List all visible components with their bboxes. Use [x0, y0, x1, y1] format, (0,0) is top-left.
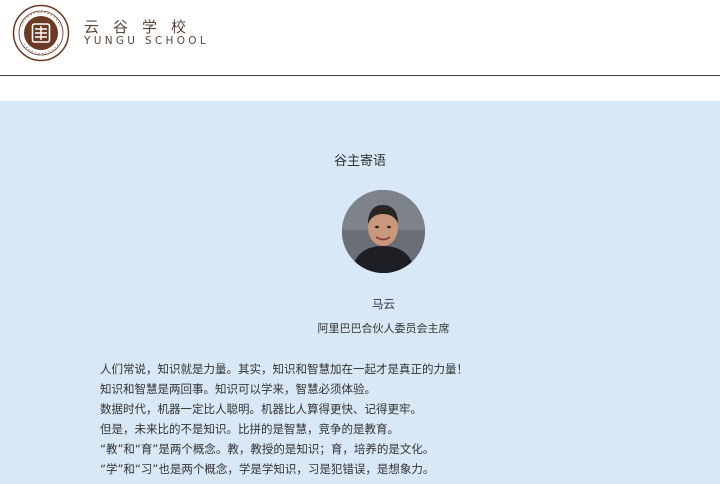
- message-paragraph: 知识和智慧是两回事。知识可以学来，智慧必须体验。: [100, 382, 376, 396]
- brand-name-chinese[interactable]: 云谷学校: [84, 16, 200, 37]
- brand-name-english[interactable]: YUNGU SCHOOL: [84, 35, 209, 47]
- main-content: 谷主寄语 马云 阿里巴巴合伙人委员会主席 人们常说，知识就是力量。其实，知识和智…: [0, 101, 720, 484]
- site-header: 云谷学校 YUNGU SCHOOL: [0, 0, 720, 76]
- yungu-school-seal-icon[interactable]: [12, 4, 70, 62]
- avatar: [342, 190, 425, 273]
- header-spacer: [0, 77, 720, 101]
- message-paragraph: “教”和“育”是两个概念。教，教授的是知识；育，培养的是文化。: [100, 442, 435, 456]
- message-paragraph: “学”和“习”也是两个概念，学是学知识，习是犯错误，是想象力。: [100, 462, 435, 476]
- message-paragraph: 但是，未来比的不是知识。比拼的是智慧，竞争的是教育。: [100, 422, 399, 436]
- person-name: 马云: [372, 297, 395, 311]
- person-title: 阿里巴巴合伙人委员会主席: [317, 322, 450, 335]
- message-paragraph: 人们常说，知识就是力量。其实，知识和智慧加在一起才是真正的力量！: [100, 362, 468, 376]
- section-title: 谷主寄语: [333, 154, 386, 169]
- message-body: 人们常说，知识就是力量。其实，知识和智慧加在一起才是真正的力量！ 知识和智慧是两…: [100, 359, 620, 479]
- message-paragraph: 数据时代，机器一定比人聪明。机器比人算得更快、记得更牢。: [100, 402, 422, 416]
